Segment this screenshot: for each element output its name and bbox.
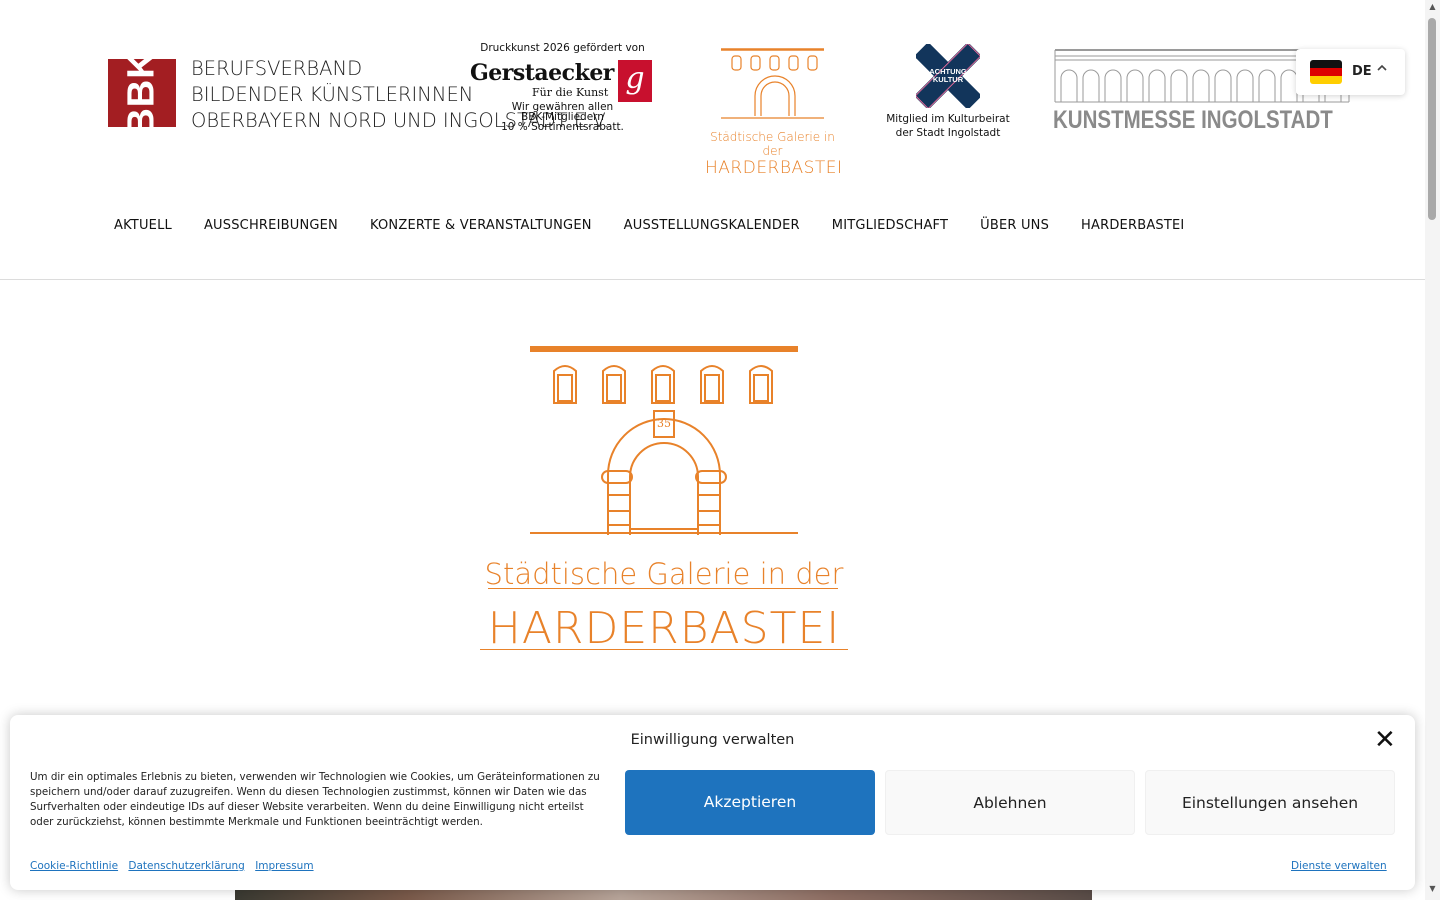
kultur-caption-line2: der Stadt Ingolstadt: [895, 127, 1001, 139]
vertical-scrollbar[interactable]: ▲ ▼: [1425, 0, 1440, 900]
german-flag-icon: [1310, 60, 1342, 84]
cookie-links: Cookie-Richtlinie Datenschutzerklärung I…: [30, 860, 321, 872]
close-icon[interactable]: ✕: [1374, 727, 1396, 753]
language-code: DE: [1352, 64, 1372, 79]
privacy-link[interactable]: Datenschutzerklärung: [128, 860, 244, 872]
main-nav: AKTUELL AUSSCHREIBUNGEN KONZERTE & VERAN…: [98, 216, 1200, 240]
harderbastei-building-icon: [721, 48, 824, 119]
scroll-up-arrow-icon[interactable]: ▲: [1425, 2, 1440, 16]
nav-item-ausschreibungen[interactable]: AUSSCHREIBUNGEN: [188, 216, 354, 240]
kunstmesse-text: KUNSTMESSE INGOLSTADT: [1053, 106, 1333, 134]
nav-item-konzerte[interactable]: KONZERTE & VERANSTALTUNGEN: [354, 216, 608, 240]
kultur-logo-text2: KULTUR: [933, 75, 964, 84]
scroll-down-arrow-icon[interactable]: ▼: [1425, 884, 1440, 898]
sponsor-top-text: Druckkunst 2026 gefördert von: [480, 42, 645, 54]
achtung-kultur-block: ACHTUNG KULTUR Mitglied im Kulturbeirat …: [880, 44, 1016, 140]
harderbastei-logo-large: 35 Städtische Galerie in der HARDERBASTE…: [480, 345, 848, 654]
org-name[interactable]: BERUFSVERBAND BILDENDER KÜNSTLERINNEN U: [191, 56, 472, 108]
imprint-link[interactable]: Impressum: [255, 860, 313, 872]
deny-button[interactable]: Ablehnen: [885, 770, 1135, 835]
harderbastei-large-caption1: Städtische Galerie in der: [484, 557, 844, 591]
harderbastei-logo-small[interactable]: Städtische Galerie in der HARDERBASTEI: [705, 48, 843, 178]
nav-item-ausstellungskalender[interactable]: AUSSTELLUNGSKALENDER: [608, 216, 816, 240]
cookie-message: Um dir ein optimales Erlebnis zu bieten,…: [30, 771, 600, 828]
sponsor-block: Druckkunst 2026 gefördert von Gerstaecke…: [470, 42, 655, 134]
manage-services-link[interactable]: Dienste verwalten: [1291, 860, 1387, 872]
gerstaecker-logo[interactable]: Gerstaecker Für die Kunst g: [470, 60, 655, 104]
harderbastei-small-caption1: Städtische Galerie in der: [710, 130, 835, 158]
org-name-line1: BERUFSVERBAND: [191, 57, 363, 80]
nav-item-mitgliedschaft[interactable]: MITGLIEDSCHAFT: [816, 216, 964, 240]
harderbastei-building-large-icon: 35: [530, 346, 798, 535]
achtung-kultur-logo[interactable]: ACHTUNG KULTUR: [916, 44, 980, 108]
cookie-policy-link[interactable]: Cookie-Richtlinie: [30, 860, 118, 872]
bbk-logo[interactable]: BBK: [108, 50, 176, 136]
accept-button[interactable]: Akzeptieren: [625, 770, 875, 835]
nav-item-harderbastei[interactable]: HARDERBASTEI: [1065, 216, 1200, 240]
view-settings-button[interactable]: Einstellungen ansehen: [1145, 770, 1395, 835]
harderbastei-small-caption2: HARDERBASTEI: [705, 158, 843, 178]
cookie-consent-banner: Einwilligung verwalten ✕ Um dir ein opti…: [10, 715, 1415, 890]
harderbastei-large-underline2: [480, 649, 848, 650]
nav-item-ueber-uns[interactable]: ÜBER UNS: [964, 216, 1065, 240]
chevron-up-icon: [1376, 62, 1388, 78]
kultur-caption: Mitglied im Kulturbeirat der Stadt Ingol…: [880, 112, 1016, 140]
scroll-thumb[interactable]: [1428, 18, 1436, 220]
harderbastei-large-underline1: [488, 588, 838, 589]
harderbastei-number: 35: [657, 417, 671, 430]
kultur-caption-line1: Mitglied im Kulturbeirat: [886, 113, 1010, 125]
sponsor-rabatt-3: 10 % Sortimentsrabatt.: [501, 121, 624, 133]
gerstaecker-badge: g: [618, 60, 652, 102]
gerstaecker-name: Gerstaecker: [470, 60, 614, 86]
cookie-title: Einwilligung verwalten: [630, 732, 795, 748]
nav-item-aktuell[interactable]: AKTUELL: [98, 216, 188, 240]
gerstaecker-subtitle: Für die Kunst: [532, 86, 609, 99]
harderbastei-large-caption2: HARDERBASTEI: [487, 603, 841, 654]
header-divider: [0, 279, 1425, 280]
bbk-logo-text: BBK: [120, 50, 163, 136]
org-name-line2: BILDENDER KÜNSTLERINNEN U: [191, 83, 472, 106]
language-switcher[interactable]: DE: [1296, 49, 1405, 95]
